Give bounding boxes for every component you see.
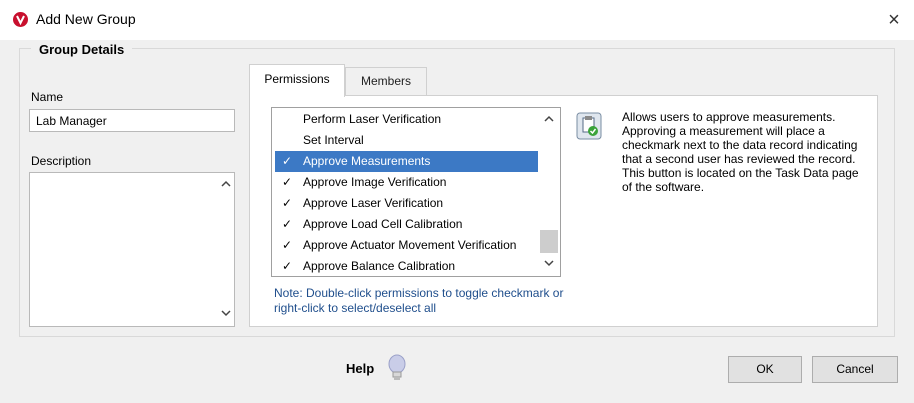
permission-label: Perform Laser Verification (303, 112, 442, 126)
list-item[interactable]: Set Interval (275, 130, 539, 151)
list-item[interactable]: ✓ Approve Image Verification (275, 172, 539, 193)
permission-label: Approve Image Verification (303, 175, 447, 189)
list-item[interactable]: Perform Laser Verification (275, 109, 539, 130)
permission-label: Approve Actuator Movement Verification (303, 238, 517, 252)
description-scrollbar[interactable] (217, 173, 234, 326)
checkmark-icon: ✓ (281, 217, 293, 231)
permission-label: Approve Measurements (303, 154, 431, 168)
tab-members[interactable]: Members (345, 67, 427, 95)
checkmark-icon: ✓ (281, 154, 293, 168)
ok-button[interactable]: OK (728, 356, 802, 383)
scroll-down-icon[interactable] (217, 309, 234, 320)
list-item[interactable]: ✓ Approve Load Cell Calibration (275, 214, 539, 235)
cancel-button[interactable]: Cancel (812, 356, 898, 383)
list-item[interactable]: ✓ Approve Laser Verification (275, 193, 539, 214)
name-label: Name (31, 90, 64, 104)
permission-description: Allows users to approve measurements. Ap… (622, 110, 859, 194)
scrollbar-thumb[interactable] (540, 230, 558, 253)
checkmark-icon: ✓ (281, 175, 293, 189)
window-title: Add New Group (36, 11, 136, 27)
list-item[interactable]: ✓ Approve Actuator Movement Verification (275, 235, 539, 256)
list-item[interactable]: ✓ Approve Balance Calibration (275, 256, 539, 276)
list-item-selected[interactable]: ✓ Approve Measurements (275, 151, 539, 172)
permission-label: Approve Load Cell Calibration (303, 217, 463, 231)
checkmark-icon: ✓ (281, 259, 293, 273)
name-input[interactable] (29, 109, 235, 132)
permissions-list[interactable]: Perform Laser Verification Set Interval … (271, 107, 561, 277)
description-textarea[interactable] (29, 172, 235, 327)
scroll-up-icon[interactable] (540, 114, 557, 125)
permission-label: Set Interval (303, 133, 364, 147)
permissions-note: Note: Double-click permissions to toggle… (274, 286, 564, 315)
help-label[interactable]: Help (346, 361, 374, 376)
group-title: Group Details (31, 42, 133, 57)
app-logo-icon (13, 12, 28, 27)
permission-label: Approve Balance Calibration (303, 259, 456, 273)
title-bar: Add New Group × (0, 0, 914, 40)
close-button[interactable]: × (880, 6, 908, 34)
lightbulb-icon[interactable] (386, 353, 408, 383)
permissions-scrollbar[interactable] (538, 108, 560, 276)
tab-permissions[interactable]: Permissions (249, 64, 345, 97)
checkmark-icon: ✓ (281, 196, 293, 210)
description-label: Description (31, 154, 92, 168)
clipboard-approve-icon (576, 112, 602, 140)
scroll-up-icon[interactable] (217, 179, 234, 190)
checkmark-icon: ✓ (281, 238, 293, 252)
permission-label: Approve Laser Verification (303, 196, 444, 210)
scroll-down-icon[interactable] (540, 259, 557, 270)
